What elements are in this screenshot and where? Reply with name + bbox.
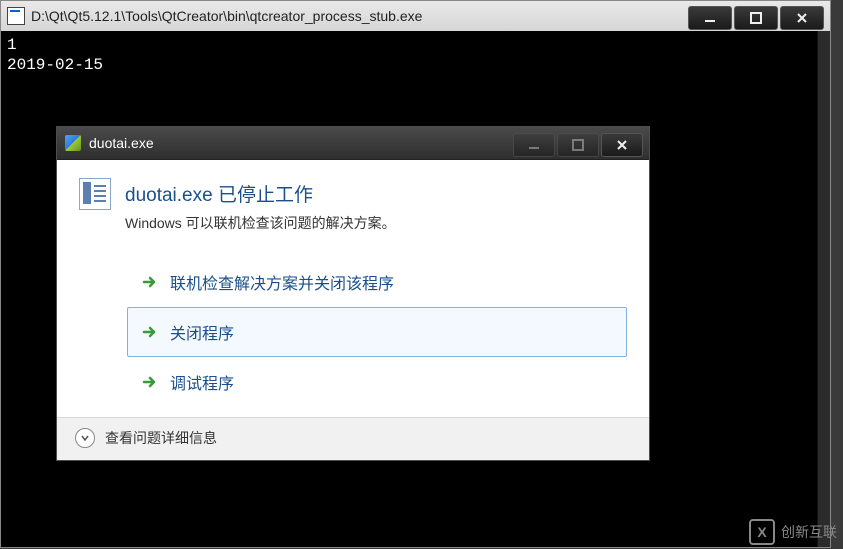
crash-dialog: duotai.exe duotai.exe 已停止工作 Windows 可以联机… [56, 126, 650, 461]
dialog-close-button[interactable] [601, 133, 643, 157]
crash-dialog-footer: 查看问题详细信息 [57, 418, 649, 460]
crash-subtext: Windows 可以联机检查该问题的解决方案。 [125, 213, 627, 233]
dialog-minimize-button[interactable] [513, 133, 555, 157]
dialog-app-icon [65, 135, 81, 151]
crash-actions: 联机检查解决方案并关闭该程序 关闭程序 调试程序 [127, 257, 627, 407]
watermark-text: 创新互联 [781, 522, 837, 542]
view-details-label[interactable]: 查看问题详细信息 [105, 428, 217, 448]
watermark: X 创新互联 [749, 519, 837, 545]
arrow-right-icon [142, 374, 158, 390]
expand-details-icon[interactable] [75, 428, 95, 448]
console-line: 2019-02-15 [7, 55, 811, 75]
close-button[interactable] [780, 6, 824, 30]
dialog-title: duotai.exe [89, 135, 513, 151]
arrow-right-icon [142, 274, 158, 290]
arrow-right-icon [142, 324, 158, 340]
minimize-button[interactable] [688, 6, 732, 30]
maximize-button[interactable] [734, 6, 778, 30]
console-titlebar[interactable]: D:\Qt\Qt5.12.1\Tools\QtCreator\bin\qtcre… [1, 1, 830, 32]
crash-dialog-body: duotai.exe 已停止工作 Windows 可以联机检查该问题的解决方案。… [57, 160, 649, 418]
action-label: 关闭程序 [170, 320, 234, 344]
action-debug-program[interactable]: 调试程序 [127, 357, 627, 407]
action-label: 联机检查解决方案并关闭该程序 [170, 270, 394, 294]
window-controls [688, 3, 826, 30]
action-close-program[interactable]: 关闭程序 [127, 307, 627, 357]
program-icon [79, 178, 111, 210]
crash-heading: duotai.exe 已停止工作 [125, 180, 627, 207]
console-line: 1 [7, 35, 811, 55]
console-title: D:\Qt\Qt5.12.1\Tools\QtCreator\bin\qtcre… [31, 8, 688, 24]
crash-dialog-titlebar[interactable]: duotai.exe [57, 127, 649, 160]
watermark-badge-icon: X [749, 519, 775, 545]
app-icon [7, 7, 25, 25]
action-check-online[interactable]: 联机检查解决方案并关闭该程序 [127, 257, 627, 307]
action-label: 调试程序 [170, 370, 234, 394]
console-scrollbar[interactable] [817, 31, 830, 547]
dialog-window-controls [513, 129, 645, 157]
dialog-maximize-button[interactable] [557, 133, 599, 157]
